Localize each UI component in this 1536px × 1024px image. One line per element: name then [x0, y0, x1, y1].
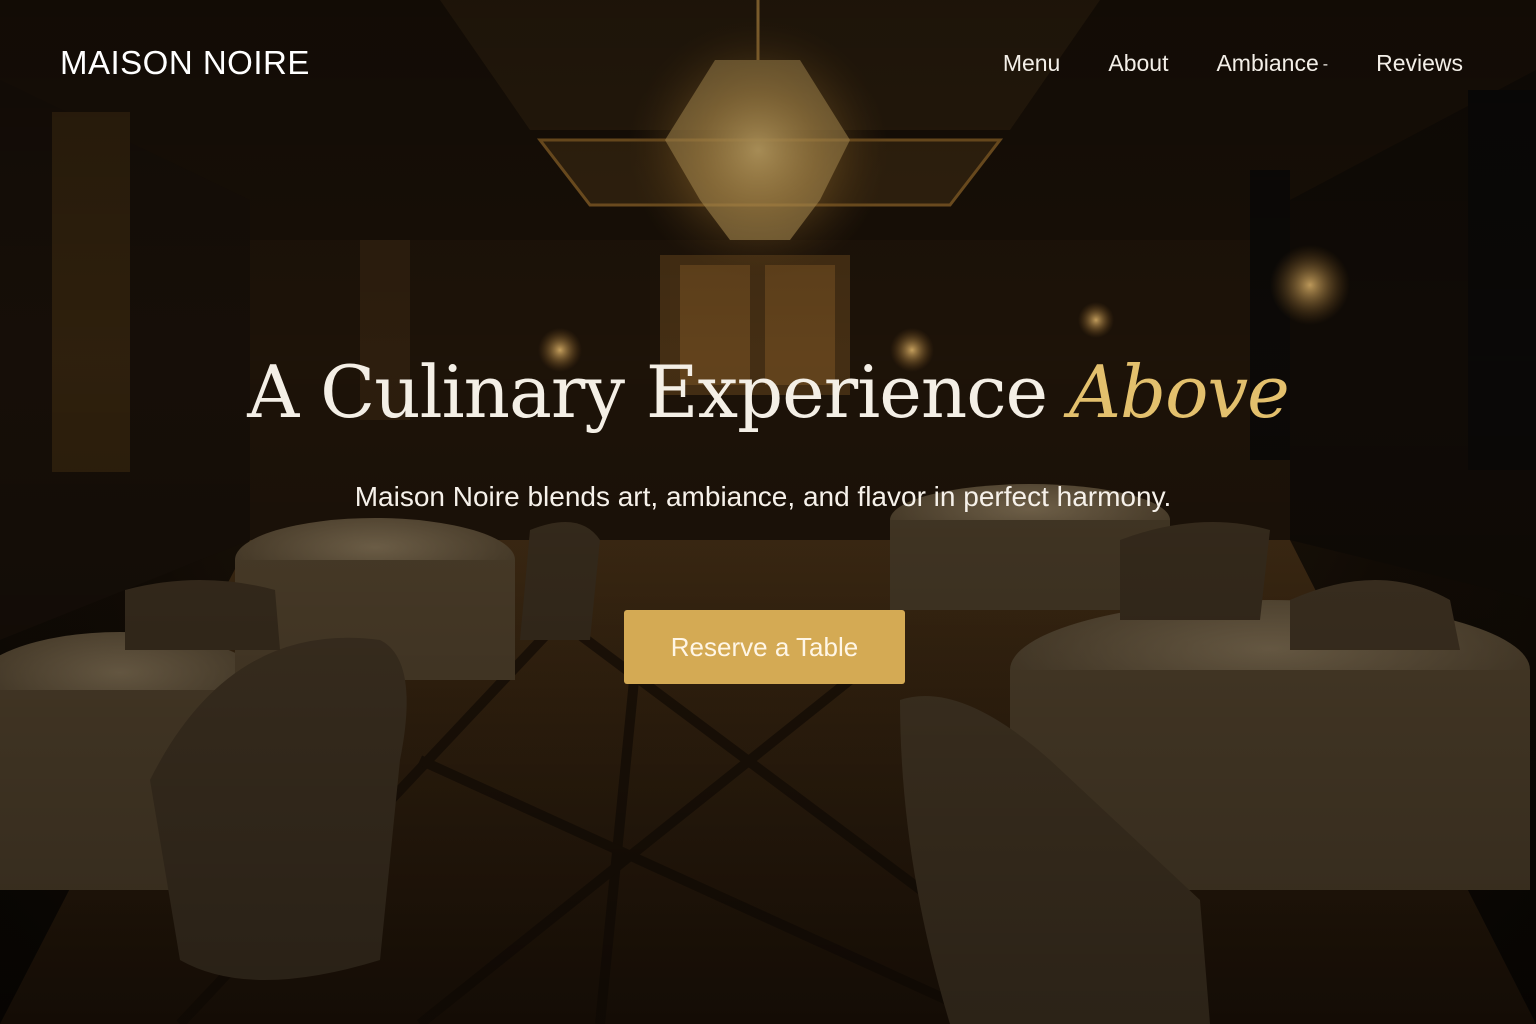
brand-logo-text[interactable]: MAISON NOIRE — [60, 44, 310, 82]
nav-item-reviews[interactable]: Reviews — [1376, 50, 1463, 77]
headline-accent-text: Above — [1069, 350, 1290, 434]
nav-item-label: Reviews — [1376, 50, 1463, 76]
hero-headline: A Culinary Experience Above — [0, 356, 1536, 428]
main-nav: Menu About Ambiance - Reviews — [1003, 50, 1463, 77]
hero-tagline: Maison Noire blends art, ambiance, and f… — [354, 481, 1172, 512]
nav-item-menu[interactable]: Menu — [1003, 50, 1061, 77]
nav-item-label: Ambiance — [1216, 50, 1319, 76]
headline-main-text: A Culinary Experience — [247, 350, 1048, 434]
hero-section: MAISON NOIRE Menu About Ambiance - Review… — [0, 0, 1536, 1024]
nav-item-ambiance[interactable]: Ambiance - — [1216, 50, 1328, 77]
top-navigation-bar: MAISON NOIRE Menu About Ambiance - Review… — [0, 0, 1536, 128]
nav-item-label: Menu — [1002, 50, 1061, 76]
dropdown-caret-icon: - — [1322, 56, 1329, 73]
nav-item-label: About — [1108, 50, 1169, 76]
nav-item-about[interactable]: About — [1108, 50, 1168, 77]
reserve-table-button[interactable]: Reserve a Table — [624, 610, 905, 684]
